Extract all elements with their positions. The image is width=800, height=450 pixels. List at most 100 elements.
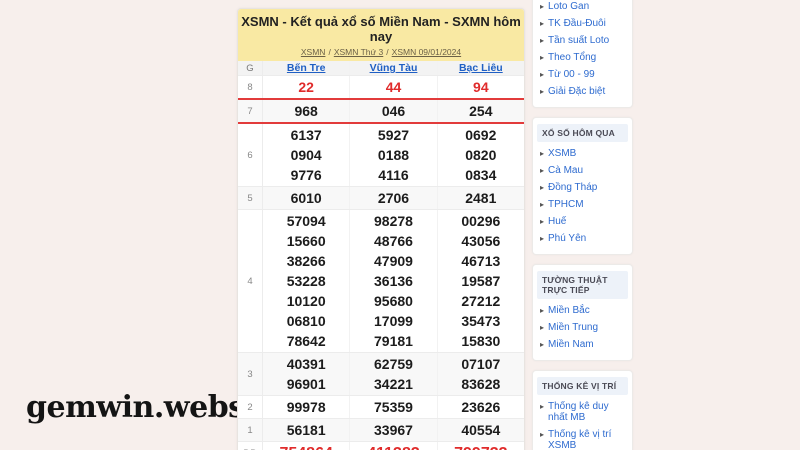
prize-cell: 254 <box>437 100 524 122</box>
arrow-bullet-icon: ▸ <box>540 165 544 176</box>
prize-number: 5927 <box>350 125 436 145</box>
prize-number: 95680 <box>350 291 436 311</box>
prize-cell: 968 <box>263 100 349 122</box>
sidebar-link-item[interactable]: ▸ Theo Tổng <box>540 49 625 66</box>
sidebar-link-item[interactable]: ▸Đồng Tháp <box>540 179 625 196</box>
results-table: G Bến Tre Vũng Tàu Bạc Liêu 82244947968046… <box>238 61 524 450</box>
province-header-cell: Vũng Tàu <box>349 61 436 75</box>
breadcrumb: XSMN/XSMN Thứ 3/XSMN 09/01/2024 <box>240 47 522 57</box>
prize-number: 40391 <box>263 354 349 374</box>
prize-label: 4 <box>238 210 263 352</box>
results-card-header: XSMN - Kết quả xổ số Miền Nam - SXMN hôm… <box>238 9 524 61</box>
prize-cell: 94 <box>437 76 524 98</box>
sidebar-link-item[interactable]: ▸ Từ 00 - 99 <box>540 66 625 83</box>
prize-cell: 411383 <box>349 442 436 450</box>
sidebar-link-item[interactable]: ▸TK Đầu-Đuôi <box>540 15 625 32</box>
sidebar-link-label: Miền Bắc <box>548 305 590 316</box>
arrow-bullet-icon: ▸ <box>540 148 544 159</box>
sidebar-section-header: THỐNG KÊ VỊ TRÍ <box>537 377 628 395</box>
sidebar-link-label: Thống kê duy nhất MB <box>548 401 625 423</box>
prize-row: 8224494 <box>238 76 524 100</box>
prize-cell: 6010 <box>263 187 349 209</box>
province-link[interactable]: Bến Tre <box>287 62 326 74</box>
prize-number: 33967 <box>350 420 436 440</box>
sidebar-link-label: Cà Mau <box>548 165 583 176</box>
sidebar-link-item[interactable]: ▸XSMB <box>540 145 625 162</box>
prize-number: 07107 <box>438 354 524 374</box>
province-header-cell: Bến Tre <box>263 61 349 75</box>
prize-label: 6 <box>238 124 263 186</box>
sidebar-link-label: Thống kê vị trí XSMB <box>548 429 625 450</box>
sidebar-link-label: Phú Yên <box>548 233 586 244</box>
prize-number: 15830 <box>438 331 524 351</box>
prize-number: 23626 <box>438 397 524 417</box>
prize-cell: 56181 <box>263 419 349 441</box>
prize-number: 27212 <box>438 291 524 311</box>
sidebar-link-item[interactable]: ▸Huế <box>540 213 625 230</box>
prize-cell: 6275934221 <box>349 353 436 395</box>
prize-cell: 613709049776 <box>263 124 349 186</box>
prize-cell: 4039196901 <box>263 353 349 395</box>
prize-cell: 23626 <box>437 396 524 418</box>
breadcrumb-link[interactable]: XSMN 09/01/2024 <box>392 47 461 57</box>
prize-row: 4570941566038266532281012006810786429827… <box>238 210 524 353</box>
province-link[interactable]: Bạc Liêu <box>459 62 503 74</box>
arrow-bullet-icon: ▸ <box>540 339 544 350</box>
prize-number: 36136 <box>350 271 436 291</box>
sidebar-link-item[interactable]: ▸Miền Nam <box>540 336 625 353</box>
prize-cell: 2481 <box>437 187 524 209</box>
sidebar-link-label: Theo Tổng <box>548 52 596 63</box>
sidebar-link-item[interactable]: ▸Tần suất Loto <box>540 32 625 49</box>
prize-number: 0904 <box>263 145 349 165</box>
sidebar-link-item[interactable]: ▸ Thống kê duy nhất MB <box>540 398 625 426</box>
sidebar: ▸Loto Gan▸TK Đầu-Đuôi▸Tần suất Loto ▸ Theo… <box>532 0 633 450</box>
sidebar-section-header: TƯỜNG THUẬT TRỰC TIẾP <box>537 271 628 299</box>
sidebar-link-item[interactable]: ▸Thống kê vị trí XSMB <box>540 426 625 450</box>
province-link[interactable]: Vũng Tàu <box>370 62 418 74</box>
sidebar-box: TƯỜNG THUẬT TRỰC TIẾP▸Miền Bắc▸Miền Trun… <box>532 264 633 361</box>
prize-cell: 98278487664790936136956801709979181 <box>349 210 436 352</box>
prize-cell: 40554 <box>437 419 524 441</box>
prize-number: 6137 <box>263 125 349 145</box>
prize-label: 7 <box>238 100 263 122</box>
sidebar-link-label: Giải Đặc biệt <box>548 86 605 97</box>
prize-cell: 00296430564671319587272123547315830 <box>437 210 524 352</box>
prize-row: 3403919690162759342210710783628 <box>238 353 524 396</box>
prize-number: 35473 <box>438 311 524 331</box>
breadcrumb-separator: / <box>328 47 330 57</box>
sidebar-link-item[interactable]: ▸ Cà Mau <box>540 162 625 179</box>
prize-number: 22 <box>263 77 349 97</box>
breadcrumb-link[interactable]: XSMN Thứ 3 <box>334 47 383 57</box>
prize-label: 2 <box>238 396 263 418</box>
sidebar-link-item[interactable]: ▸Giải Đặc biệt <box>540 83 625 100</box>
sidebar-box: XỔ SỐ HÔM QUA▸XSMB▸Cà Mau▸Đồng Tháp▸TPHC… <box>532 117 633 255</box>
sidebar-link-item[interactable]: ▸Loto Gan <box>540 0 625 15</box>
prize-label: ĐB <box>238 442 263 450</box>
breadcrumb-link[interactable]: XSMN <box>301 47 326 57</box>
prize-number: 79181 <box>350 331 436 351</box>
sidebar-section-header: XỔ SỐ HÔM QUA <box>537 124 628 142</box>
arrow-bullet-icon: ▸ <box>540 401 544 412</box>
prize-number: 98278 <box>350 211 436 231</box>
sidebar-link-item[interactable]: ▸Miền Trung <box>540 319 625 336</box>
sidebar-link-item[interactable]: ▸Phú Yên <box>540 230 625 247</box>
prize-number: 53228 <box>263 271 349 291</box>
prize-cell: 0710783628 <box>437 353 524 395</box>
prize-number: 94 <box>438 77 524 97</box>
prize-cell: 046 <box>349 100 436 122</box>
sidebar-link-label: Từ 00 - 99 <box>548 69 595 80</box>
arrow-bullet-icon: ▸ <box>540 69 544 80</box>
sidebar-link-item[interactable]: ▸Miền Bắc <box>540 302 625 319</box>
prize-number: 17099 <box>350 311 436 331</box>
prize-label: 8 <box>238 76 263 98</box>
prize-number: 75359 <box>350 397 436 417</box>
prize-column-header: G <box>238 61 263 75</box>
prize-number: 56181 <box>263 420 349 440</box>
sidebar-link-item[interactable]: ▸TPHCM <box>540 196 625 213</box>
prize-cell: 069208200834 <box>437 124 524 186</box>
arrow-bullet-icon: ▸ <box>540 52 544 63</box>
prize-number: 6010 <box>263 188 349 208</box>
table-header-row: G Bến Tre Vũng Tàu Bạc Liêu <box>238 61 524 76</box>
prize-label: 1 <box>238 419 263 441</box>
prize-cell: 2706 <box>349 187 436 209</box>
